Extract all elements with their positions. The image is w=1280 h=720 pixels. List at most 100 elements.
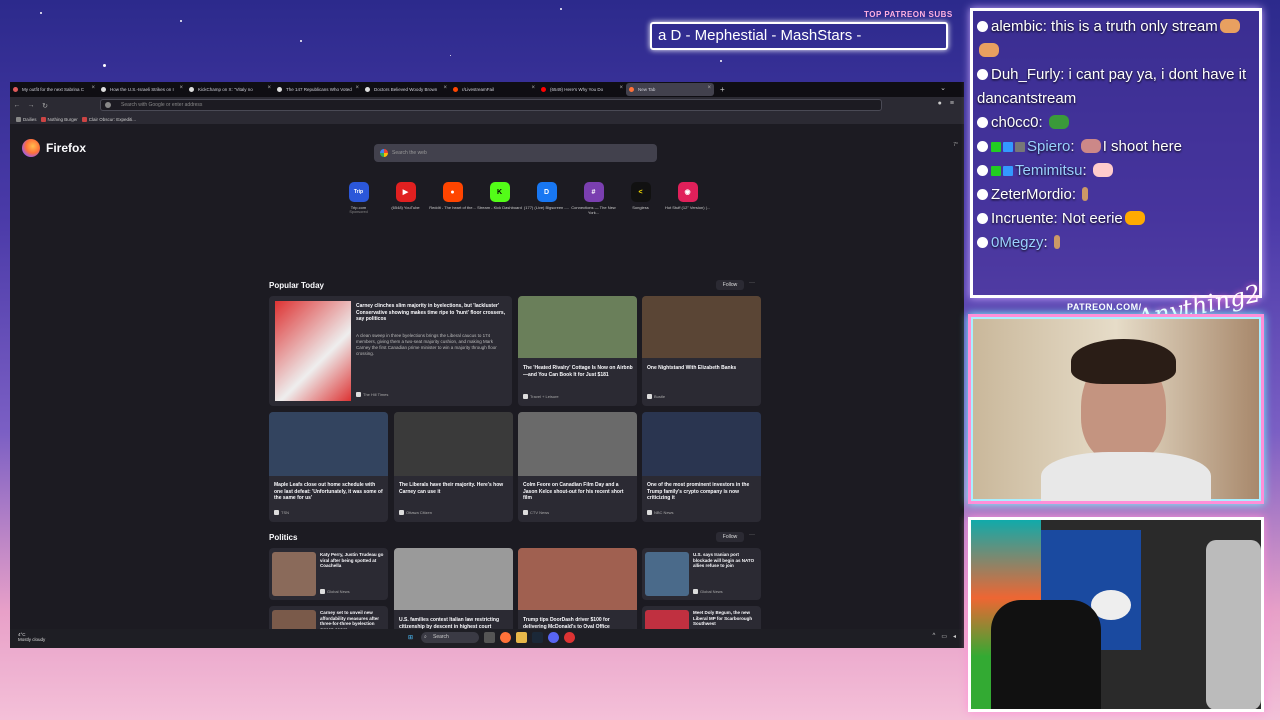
task-view-icon[interactable]: [484, 632, 495, 643]
bookmark-item[interactable]: Clair Obscur: Expediti...: [81, 116, 137, 122]
firefox-taskbar-icon[interactable]: [500, 632, 511, 643]
tab-close-icon[interactable]: ×: [619, 85, 623, 91]
tab-favicon-icon: [541, 87, 546, 92]
story-card[interactable]: One Nightstand With Elizabeth Banks Bustl…: [642, 296, 761, 406]
story-card[interactable]: The 'Heated Rivalry' Cottage Is Now on A…: [518, 296, 637, 406]
chat-username: Temimitsu: [1015, 162, 1083, 179]
discord-icon[interactable]: [548, 632, 559, 643]
chat-colon: :: [1060, 66, 1069, 83]
tab-label: r/LivestreamFail: [462, 87, 495, 92]
star-decoration: [300, 40, 302, 42]
browser-window: My outfit for the next Sabrina C × How the…: [10, 82, 964, 648]
politics-card[interactable]: Trump tips DoorDash driver $100 for deli…: [518, 548, 637, 629]
politics-card[interactable]: U.S. says Iranian port blockade will beg…: [642, 548, 761, 600]
tab-close-icon[interactable]: ×: [91, 85, 95, 91]
network-icon[interactable]: ▭: [941, 633, 947, 640]
politics-follow-button[interactable]: Follow: [716, 532, 744, 542]
tray-chevron-icon[interactable]: ^: [932, 633, 935, 640]
tab-list-chevron-icon[interactable]: ⌄: [940, 84, 946, 92]
politics-source: Global News: [693, 589, 723, 594]
forward-icon[interactable]: →: [24, 102, 38, 109]
taskbar-weather[interactable]: 4°C Mostly cloudy: [18, 632, 45, 642]
politics-heading: Politics: [269, 533, 298, 542]
browser-tab[interactable]: Doctors Believed Woody Brown ×: [362, 83, 450, 96]
browser-tab[interactable]: How the U.S.-Israeli Strikes on I ×: [98, 83, 186, 96]
shortcut-tile[interactable]: # Connections — The New York...: [570, 182, 617, 215]
chat-colon: :: [1042, 18, 1052, 35]
obs-icon[interactable]: [564, 632, 575, 643]
weather-widget[interactable]: 7°: [953, 142, 958, 148]
story-card[interactable]: Colm Feore on Canadian Film Day and a Ja…: [518, 412, 637, 522]
tab-label: (6549) Here's Why You Do: [550, 87, 604, 92]
taskbar-search[interactable]: ⌕ Search: [421, 632, 479, 643]
back-icon[interactable]: ←: [10, 102, 24, 109]
star-decoration: [720, 60, 722, 62]
politics-title: Carney set to unveil new affordability m…: [320, 610, 380, 629]
shortcut-tile[interactable]: K Stream - Kick Dashboard: [476, 182, 523, 215]
shortcut-tile[interactable]: D (177) (Live) Bigscreen -...: [523, 182, 570, 215]
shortcut-tile[interactable]: < Songless: [617, 182, 664, 215]
browser-tab[interactable]: KickChamp on X: "Vitaly no ×: [186, 83, 274, 96]
tab-close-icon[interactable]: ×: [443, 85, 447, 91]
star-decoration: [180, 20, 182, 22]
new-tab-page: Firefox 7° Search the web Trip Trip.com Sp…: [10, 124, 964, 629]
star-decoration: [560, 8, 562, 10]
new-tab-button[interactable]: +: [720, 85, 725, 94]
tab-close-icon[interactable]: ×: [267, 85, 271, 91]
tab-favicon-icon: [189, 87, 194, 92]
extensions-icon[interactable]: ●: [938, 100, 942, 107]
shortcut-tile[interactable]: Trip Trip.com Sponsored: [335, 182, 382, 215]
bookmark-item[interactable]: Dailies: [16, 116, 37, 122]
tab-close-icon[interactable]: ×: [179, 85, 183, 91]
story-image: [642, 296, 761, 358]
chat-message: 0Megzy:: [973, 231, 1259, 255]
story-title: Carney clinches slim majority in byelect…: [356, 303, 506, 322]
browser-tab[interactable]: (6549) Here's Why You Do ×: [538, 83, 626, 96]
featured-story-card[interactable]: Carney clinches slim majority in byelect…: [269, 296, 512, 406]
steam-icon[interactable]: [532, 632, 543, 643]
tab-close-icon[interactable]: ×: [707, 85, 711, 91]
windows-start-icon[interactable]: ⊞: [405, 632, 416, 643]
web-search-box[interactable]: Search the web: [374, 144, 657, 162]
chat-dot-icon: [977, 21, 988, 32]
story-image: [275, 301, 351, 401]
politics-card[interactable]: Meet Doly Begum, the new Liberal MP for …: [642, 606, 761, 629]
browser-tab[interactable]: r/LivestreamFail ×: [450, 83, 538, 96]
politics-card[interactable]: Carney set to unveil new affordability m…: [269, 606, 388, 629]
chat-colon: :: [1053, 210, 1062, 227]
follow-button[interactable]: Follow: [716, 280, 744, 290]
story-source: Bustle: [647, 394, 665, 399]
streamer-shirt: [1041, 452, 1211, 501]
story-card[interactable]: Maple Leafs close out home schedule with…: [269, 412, 388, 522]
bookmark-item[interactable]: Nothing Burger: [40, 116, 78, 122]
tab-close-icon[interactable]: ×: [531, 85, 535, 91]
story-card[interactable]: One of the most prominent investors in t…: [642, 412, 761, 522]
story-card[interactable]: The Liberals have their majority. Here's…: [394, 412, 513, 522]
politics-more-icon[interactable]: ···: [749, 532, 755, 538]
politics-card[interactable]: Katy Perry, Justin Trudeau go viral afte…: [269, 548, 388, 600]
url-bar[interactable]: Search with Google or enter address: [100, 99, 882, 111]
more-options-icon[interactable]: ···: [749, 280, 755, 286]
shortcut-tile[interactable]: ● Reddit - The heart of the...: [429, 182, 476, 215]
tab-close-icon[interactable]: ×: [355, 85, 359, 91]
shortcut-tile[interactable]: ◉ Hot Stuff (12" Version) |...: [664, 182, 711, 215]
volume-icon[interactable]: ◂: [953, 633, 956, 640]
tab-label: How the U.S.-Israeli Strikes on I: [110, 87, 174, 92]
tab-favicon-icon: [453, 87, 458, 92]
star-decoration: [40, 12, 42, 14]
browser-tab[interactable]: The 147 Republicans Who Voted ×: [274, 83, 362, 96]
chat-emote-icon: [979, 43, 999, 57]
shortcut-tile[interactable]: ▶ (6548) YouTube: [382, 182, 429, 215]
story-title: One of the most prominent investors in t…: [647, 482, 750, 501]
popular-today-heading: Popular Today: [269, 281, 324, 290]
browser-tab[interactable]: New Tab ×: [626, 83, 714, 96]
story-image: [394, 412, 513, 476]
reload-icon[interactable]: ↻: [38, 102, 52, 110]
browser-tab[interactable]: My outfit for the next Sabrina C ×: [10, 83, 98, 96]
story-source: Travel + Leisure: [523, 394, 559, 399]
bookmark-label: Clair Obscur: Expediti...: [88, 116, 137, 122]
file-explorer-icon[interactable]: [516, 632, 527, 643]
politics-card[interactable]: U.S. families contest Italian law restri…: [394, 548, 513, 629]
story-description: A clean sweep in three byelections bring…: [356, 333, 497, 356]
menu-icon[interactable]: ≡: [950, 100, 954, 107]
